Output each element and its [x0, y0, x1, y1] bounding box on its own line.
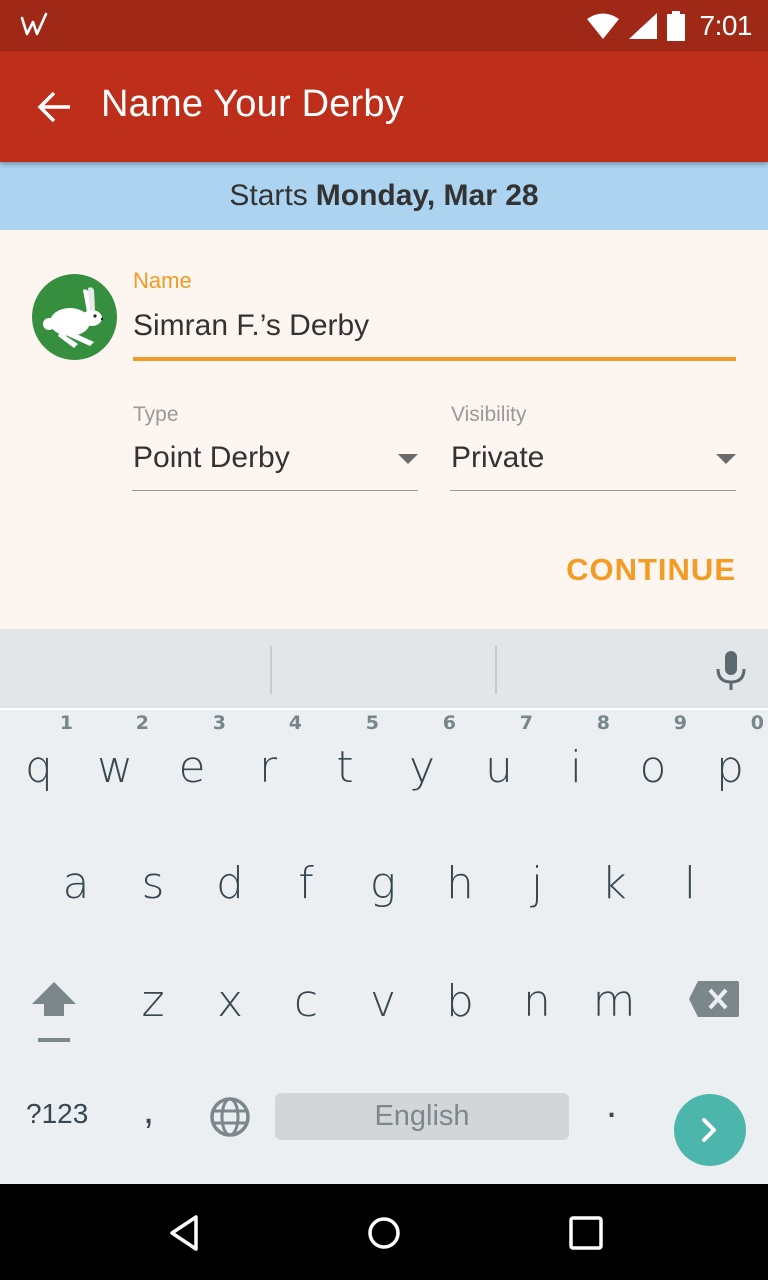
key-n[interactable]: n — [499, 976, 575, 1027]
key-e[interactable]: 3e — [154, 712, 230, 793]
type-select[interactable]: Point Derby — [132, 435, 418, 491]
chevron-right-icon — [702, 1118, 716, 1142]
key-hint: 2 — [135, 712, 149, 734]
globe-icon[interactable] — [209, 1096, 251, 1138]
nav-recents-icon[interactable] — [563, 1210, 609, 1256]
key-l[interactable]: l — [652, 858, 728, 909]
key-hint: 6 — [442, 712, 456, 734]
key-label: y — [408, 742, 436, 793]
app-bar: Name Your Derby — [0, 51, 768, 162]
key-d[interactable]: d — [192, 858, 268, 909]
dropdown-arrow-icon — [716, 454, 736, 464]
backspace-key-icon[interactable] — [688, 980, 740, 1018]
rabbit-avatar[interactable] — [32, 274, 117, 360]
key-f[interactable]: f — [268, 858, 344, 909]
status-bar: 7:01 — [0, 0, 768, 51]
continue-button[interactable]: CONTINUE — [566, 552, 736, 588]
name-input-underline — [133, 357, 736, 361]
key-label: w — [97, 742, 133, 793]
rabbit-icon — [43, 287, 104, 348]
key-label: u — [485, 742, 513, 793]
key-c[interactable]: c — [268, 976, 344, 1027]
key-o[interactable]: 9o — [615, 712, 691, 793]
keyboard: 1q2w3e4r5t6y7u8i9o0p asdfghjkl zxcvbnm ?… — [0, 710, 768, 1184]
nav-home-icon[interactable] — [361, 1210, 407, 1256]
status-time: 7:01 — [699, 9, 753, 41]
key-hint: 4 — [288, 712, 302, 734]
key-y[interactable]: 6y — [384, 712, 460, 793]
key-k[interactable]: k — [576, 858, 652, 909]
space-key[interactable]: English — [275, 1093, 569, 1140]
key-label: p — [716, 742, 744, 793]
key-v[interactable]: v — [345, 976, 421, 1027]
key-label: t — [336, 742, 354, 793]
shift-key-icon[interactable] — [28, 978, 80, 1044]
key-u[interactable]: 7u — [461, 712, 537, 793]
key-hint: 8 — [596, 712, 610, 734]
key-i[interactable]: 8i — [538, 712, 614, 793]
navigation-bar — [0, 1184, 768, 1280]
key-a[interactable]: a — [38, 858, 114, 909]
key-j[interactable]: j — [499, 858, 575, 909]
key-q[interactable]: 1q — [1, 712, 77, 793]
key-z[interactable]: z — [115, 976, 191, 1027]
name-label: Name — [133, 268, 192, 293]
key-t[interactable]: 5t — [307, 712, 383, 793]
start-date: Monday, Mar 28 — [315, 179, 539, 212]
key-h[interactable]: h — [422, 858, 498, 909]
key-x[interactable]: x — [192, 976, 268, 1027]
key-label: r — [258, 742, 278, 793]
key-s[interactable]: s — [115, 858, 191, 909]
period-key[interactable]: . — [606, 1082, 617, 1127]
arrow-back-icon[interactable] — [34, 87, 74, 127]
battery-icon — [666, 10, 685, 41]
key-hint: 1 — [59, 712, 73, 734]
key-w[interactable]: 2w — [77, 712, 153, 793]
comma-key[interactable]: , — [143, 1088, 154, 1133]
start-prefix: Starts — [229, 179, 308, 212]
key-m[interactable]: m — [576, 976, 652, 1027]
visibility-label: Visibility — [451, 403, 527, 426]
visibility-select[interactable]: Private — [450, 435, 736, 491]
key-label: o — [639, 742, 667, 793]
key-hint: 3 — [212, 712, 226, 734]
dropdown-arrow-icon — [398, 454, 418, 464]
key-g[interactable]: g — [345, 858, 421, 909]
key-hint: 0 — [750, 712, 764, 734]
key-b[interactable]: b — [422, 976, 498, 1027]
visibility-value: Private — [451, 441, 545, 474]
page-title: Name Your Derby — [101, 83, 404, 125]
key-p[interactable]: 0p — [692, 712, 768, 793]
key-hint: 5 — [365, 712, 379, 734]
suggestion-divider — [495, 646, 497, 694]
w-logo-icon — [20, 12, 48, 36]
microphone-icon[interactable] — [714, 649, 748, 691]
wifi-icon — [586, 13, 619, 39]
derby-form: Name Type Point Derby Visibility Private… — [0, 230, 768, 629]
symbols-key[interactable]: ?123 — [26, 1098, 88, 1130]
key-label: e — [178, 742, 206, 793]
key-label: i — [569, 742, 583, 793]
suggestion-divider — [270, 646, 272, 694]
next-key[interactable] — [674, 1094, 746, 1166]
key-hint: 7 — [519, 712, 533, 734]
suggestion-bar — [0, 629, 768, 708]
nav-back-icon[interactable] — [162, 1210, 208, 1256]
signal-icon — [628, 12, 657, 39]
type-label: Type — [133, 403, 179, 426]
key-label: q — [25, 742, 53, 793]
key-r[interactable]: 4r — [230, 712, 306, 793]
name-input[interactable] — [133, 306, 736, 346]
type-value: Point Derby — [133, 441, 290, 474]
key-hint: 9 — [673, 712, 687, 734]
start-date-banner: Starts Monday, Mar 28 — [0, 162, 768, 230]
